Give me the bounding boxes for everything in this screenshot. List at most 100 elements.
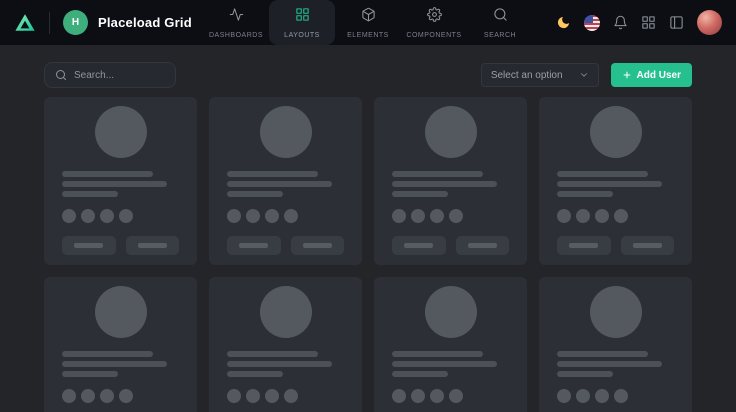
nav-item-components[interactable]: COMPONENTS (401, 0, 467, 45)
text-placeholder (227, 351, 344, 377)
navbar-actions (556, 10, 722, 35)
dot-placeholder (557, 209, 571, 223)
dot-placeholder (449, 209, 463, 223)
placeload-card (374, 277, 527, 412)
dot-placeholder (449, 389, 463, 403)
dots-placeholder (392, 209, 509, 223)
placeholder-line (227, 191, 283, 197)
dot-placeholder (284, 209, 298, 223)
placeholder-line (557, 361, 662, 367)
brand-logo-icon[interactable] (14, 12, 36, 34)
sidebar-icon[interactable] (669, 15, 684, 30)
button-placeholder (557, 236, 611, 255)
dot-placeholder (100, 209, 114, 223)
placeload-card (44, 277, 197, 412)
dot-placeholder (62, 389, 76, 403)
dot-placeholder (595, 389, 609, 403)
placeholder-line (557, 171, 648, 177)
brand: H Placeload Grid (14, 10, 192, 35)
placeholder-line (557, 191, 613, 197)
dot-placeholder (246, 209, 260, 223)
placeholder-line (227, 351, 318, 357)
box-icon (361, 7, 376, 27)
placeload-card (374, 97, 527, 265)
text-placeholder (557, 171, 674, 197)
placeholder-line (392, 181, 497, 187)
main-content: Select an option Add User (0, 62, 736, 412)
button-placeholder-line (569, 243, 598, 248)
option-select[interactable]: Select an option (481, 63, 599, 87)
toolbar: Select an option Add User (44, 62, 692, 88)
button-placeholder-line (239, 243, 268, 248)
avatar-placeholder (95, 286, 147, 338)
placeholder-line (557, 351, 648, 357)
button-placeholder-line (74, 243, 103, 248)
dot-placeholder (284, 389, 298, 403)
buttons-placeholder (227, 236, 344, 255)
placeload-card (209, 97, 362, 265)
dot-placeholder (614, 209, 628, 223)
placeload-card (539, 97, 692, 265)
plus-icon (622, 70, 632, 80)
nav-label: ELEMENTS (347, 32, 389, 39)
placeholder-line (392, 371, 448, 377)
nav-item-elements[interactable]: ELEMENTS (335, 0, 401, 45)
placeload-card (44, 97, 197, 265)
dot-placeholder (119, 209, 133, 223)
placeholder-line (62, 181, 167, 187)
placeload-card (209, 277, 362, 412)
button-placeholder-line (468, 243, 497, 248)
dot-placeholder (411, 209, 425, 223)
moon-icon[interactable] (556, 15, 571, 30)
avatar-placeholder (95, 106, 147, 158)
dots-placeholder (557, 209, 674, 223)
button-placeholder-line (303, 243, 332, 248)
placeholder-line (392, 361, 497, 367)
placeholder-line (62, 361, 167, 367)
placeholder-line (227, 371, 283, 377)
avatar-placeholder (425, 106, 477, 158)
add-user-button[interactable]: Add User (611, 63, 692, 87)
dots-placeholder (392, 389, 509, 403)
brand-avatar-letter: H (72, 17, 79, 28)
us-flag-icon[interactable] (584, 15, 600, 31)
avatar-placeholder (590, 106, 642, 158)
dots-placeholder (557, 389, 674, 403)
text-placeholder (392, 171, 509, 197)
brand-avatar: H (63, 10, 88, 35)
dot-placeholder (100, 389, 114, 403)
button-placeholder (392, 236, 446, 255)
avatar-placeholder (590, 286, 642, 338)
nav-item-layouts[interactable]: LAYOUTS (269, 0, 335, 45)
chevron-down-icon (579, 70, 589, 80)
nav-label: DASHBOARDS (209, 32, 263, 39)
button-placeholder (62, 236, 116, 255)
dot-placeholder (411, 389, 425, 403)
buttons-placeholder (392, 236, 509, 255)
activity-icon (229, 7, 244, 27)
nav-item-search[interactable]: SEARCH (467, 0, 533, 45)
dot-placeholder (227, 209, 241, 223)
search-input[interactable] (74, 70, 165, 81)
dots-placeholder (62, 209, 179, 223)
button-placeholder (621, 236, 675, 255)
apps-icon[interactable] (641, 15, 656, 30)
dot-placeholder (265, 209, 279, 223)
divider (49, 12, 50, 34)
select-value: Select an option (491, 70, 563, 81)
user-avatar[interactable] (697, 10, 722, 35)
avatar-placeholder (260, 106, 312, 158)
grid-icon (295, 7, 310, 27)
dot-placeholder (227, 389, 241, 403)
page-title: Placeload Grid (98, 15, 192, 30)
placeholder-line (62, 191, 118, 197)
button-placeholder-line (138, 243, 167, 248)
placeholder-line (227, 171, 318, 177)
card-grid (44, 97, 692, 412)
dot-placeholder (81, 389, 95, 403)
bell-icon[interactable] (613, 15, 628, 30)
buttons-placeholder (557, 236, 674, 255)
dot-placeholder (430, 389, 444, 403)
nav-item-dashboards[interactable]: DASHBOARDS (203, 0, 269, 45)
nav-label: COMPONENTS (406, 32, 461, 39)
